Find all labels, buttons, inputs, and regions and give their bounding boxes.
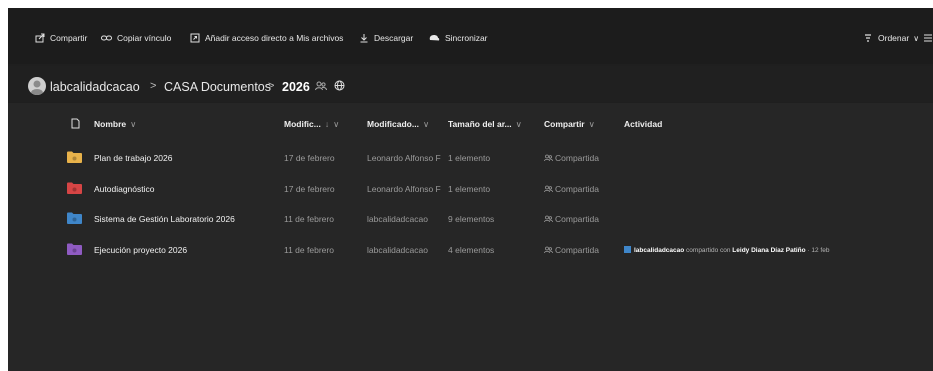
sort-label: Ordenar — [878, 33, 910, 43]
share-label: Compartir — [50, 33, 88, 43]
sync-icon — [429, 35, 440, 41]
row-size: 1 elemento — [448, 183, 491, 194]
column-modified-label: Modific... — [284, 119, 321, 129]
chevron-down-icon: ∨ — [913, 33, 920, 43]
menu-icon — [924, 34, 932, 42]
download-button[interactable]: Descargar — [359, 30, 413, 46]
sync-label: Sincronizar — [445, 33, 488, 43]
column-sharing[interactable]: Compartir ∨ — [544, 119, 595, 130]
column-modified[interactable]: Modific... ↓ ∨ — [284, 119, 339, 130]
row-modified: 11 de febrero — [284, 214, 334, 224]
row-sharing[interactable]: Compartida — [544, 245, 599, 255]
chevron-down-icon: ∨ — [333, 119, 340, 129]
row-modified: 17 de febrero — [284, 153, 335, 163]
column-activity-label: Actividad — [624, 119, 663, 129]
row-sharing[interactable]: Compartida — [544, 214, 599, 224]
copy-link-button[interactable]: Copiar vínculo — [101, 30, 171, 46]
avatar[interactable] — [28, 77, 46, 95]
row-activity[interactable]: labcalidadcacao compartido con Leidy Dia… — [624, 245, 830, 254]
folder-icon — [67, 151, 82, 163]
row-sharing[interactable]: Compartida — [544, 184, 599, 194]
shared-people-icon — [315, 81, 327, 91]
onedrive-window: Compartir Copiar vínculo Añadir acceso d… — [8, 8, 933, 371]
shortcut-icon — [190, 33, 200, 43]
row-modified: 11 de febrero — [284, 244, 334, 255]
row-name[interactable]: Sistema de Gestión Laboratorio 2026 — [94, 214, 235, 224]
column-modified-by-label: Modificado... — [367, 119, 419, 129]
column-activity: Actividad — [624, 119, 662, 129]
row-size: 9 elementos — [448, 214, 495, 224]
breadcrumb-parent[interactable]: CASA Documentos — [164, 80, 271, 94]
user-avatar-icon — [31, 80, 43, 95]
breadcrumb: labcalidadcacao > CASA Documentos > 2026 — [8, 66, 933, 102]
row-name[interactable]: Autodiagnóstico — [94, 184, 155, 194]
more-menu-button[interactable] — [923, 30, 933, 46]
shared-people-icon — [544, 185, 553, 192]
row-sharing[interactable]: Compartida — [544, 153, 599, 163]
add-shortcut-label: Añadir acceso directo a Mis archivos — [205, 33, 344, 43]
copy-link-label: Copiar vínculo — [117, 33, 172, 43]
activity-user: labcalidadcacao — [634, 246, 685, 254]
row-size: 4 elementos — [448, 244, 495, 255]
sort-icon — [865, 34, 871, 42]
folder-icon — [67, 243, 82, 255]
download-icon — [360, 34, 368, 43]
row-name[interactable]: Plan de trabajo 2026 — [94, 153, 172, 163]
folder-icon — [67, 212, 82, 224]
column-modified-by[interactable]: Modificado... ∨ — [367, 119, 429, 130]
share-button[interactable]: Compartir — [35, 30, 87, 46]
chevron-down-icon: ∨ — [588, 119, 595, 129]
link-icon — [101, 35, 112, 41]
command-bar: Compartir Copiar vínculo Añadir acceso d… — [8, 8, 933, 64]
table-row[interactable]: Autodiagnóstico 17 de febrero Leonardo A… — [8, 174, 933, 204]
chevron-down-icon: ∨ — [422, 119, 430, 129]
table-row[interactable]: Sistema de Gestión Laboratorio 2026 11 d… — [8, 204, 933, 234]
column-sharing-label: Compartir — [544, 119, 585, 129]
column-size[interactable]: Tamaño del ar... ∨ — [448, 119, 522, 130]
file-list: Nombre ∨ Modific... ↓ ∨ Modificado... ∨ Tama… — [8, 103, 933, 371]
sort-down-arrow-icon: ↓ — [324, 119, 330, 129]
chevron-down-icon: ∨ — [130, 119, 137, 129]
column-name[interactable]: Nombre ∨ — [94, 119, 136, 130]
row-modified-by: labcalidadcacao — [367, 244, 428, 255]
breadcrumb-separator: > — [150, 80, 157, 92]
shared-people-icon — [544, 246, 553, 253]
activity-date: · 12 feb — [805, 246, 830, 254]
breadcrumb-current: 2026 — [282, 80, 310, 94]
table-row[interactable]: Ejecución proyecto 2026 11 de febrero la… — [8, 235, 933, 265]
download-label: Descargar — [374, 33, 414, 43]
row-name[interactable]: Ejecución proyecto 2026 — [94, 245, 187, 255]
row-sharing-label: Compartida — [555, 214, 599, 224]
row-size: 1 elemento — [448, 153, 491, 163]
breadcrumb-separator: > — [268, 80, 275, 92]
row-modified-by: labcalidadcacao — [367, 214, 428, 224]
table-row[interactable]: Plan de trabajo 2026 17 de febrero Leona… — [8, 143, 933, 173]
sort-button[interactable]: Ordenar ∨ — [863, 30, 919, 46]
row-sharing-label: Compartida — [555, 244, 599, 255]
activity-target: Leidy Diana Díaz Patiño — [732, 246, 806, 254]
shared-people-icon — [544, 215, 553, 223]
column-size-label: Tamaño del ar... — [448, 119, 512, 129]
column-header-row: Nombre ∨ Modific... ↓ ∨ Modificado... ∨ Tama… — [8, 114, 933, 136]
breadcrumb-root[interactable]: labcalidadcacao — [50, 80, 140, 94]
row-modified-by: Leonardo Alfonso F — [367, 183, 441, 194]
add-shortcut-button[interactable]: Añadir acceso directo a Mis archivos — [190, 30, 343, 46]
sync-button[interactable]: Sincronizar — [428, 30, 488, 46]
chevron-down-icon: ∨ — [515, 119, 522, 129]
column-name-label: Nombre — [94, 119, 127, 129]
file-type-icon[interactable] — [71, 118, 80, 129]
globe-icon[interactable] — [334, 80, 345, 91]
document-activity-icon — [624, 245, 631, 253]
folder-icon — [67, 182, 82, 194]
row-sharing-label: Compartida — [555, 183, 599, 194]
share-icon — [35, 33, 45, 43]
row-sharing-label: Compartida — [555, 153, 599, 163]
activity-action: compartido con — [684, 246, 733, 254]
shared-people-icon — [544, 154, 553, 162]
row-modified-by: Leonardo Alfonso F — [367, 153, 441, 163]
row-modified: 17 de febrero — [284, 183, 335, 194]
